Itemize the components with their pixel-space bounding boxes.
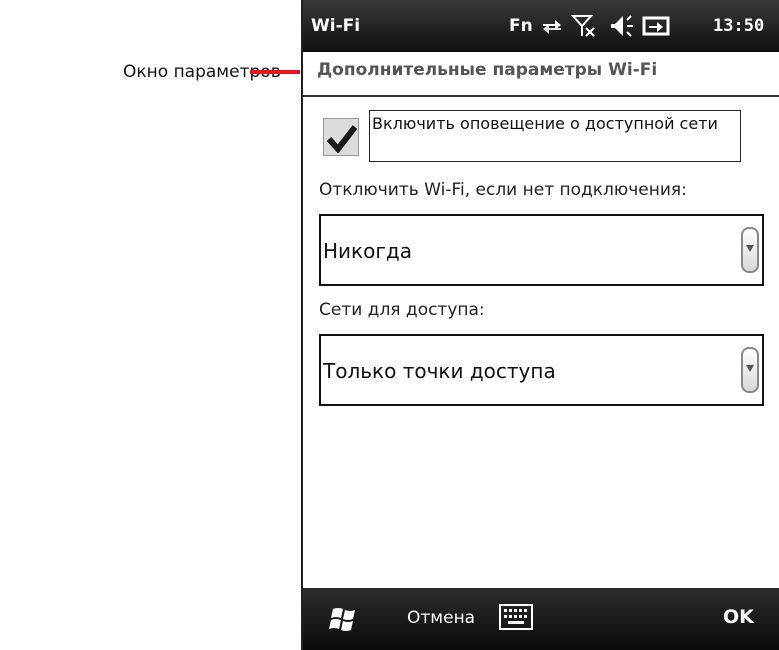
keyboard-icon[interactable] (499, 604, 533, 630)
battery-charging-icon[interactable] (641, 14, 671, 38)
disconnect-select[interactable]: Никогда (319, 214, 764, 286)
networks-select[interactable]: Только точки доступа (319, 334, 764, 406)
checkmark-icon (326, 125, 358, 153)
windows-start-icon[interactable] (329, 604, 361, 634)
soft-key-bar: Отмена OK (301, 588, 779, 650)
status-bar[interactable]: Wi-Fi Fn 13:50 (301, 0, 779, 52)
cancel-button[interactable]: Отмена (407, 608, 475, 628)
dropdown-arrow-icon[interactable] (741, 347, 759, 393)
clock[interactable]: 13:50 (713, 16, 764, 36)
disconnect-select-value: Никогда (323, 239, 412, 263)
volume-icon[interactable] (609, 14, 635, 38)
networks-select-value: Только точки доступа (323, 359, 556, 383)
ok-button[interactable]: OK (723, 606, 754, 628)
annotation-pointer-line (250, 70, 300, 74)
notify-checkbox[interactable] (323, 118, 359, 156)
notify-checkbox-label[interactable]: Включить оповещение о доступной сети (369, 110, 741, 162)
header-divider (301, 95, 779, 97)
page-title: Дополнительные параметры Wi-Fi (317, 60, 658, 80)
no-signal-icon[interactable] (570, 14, 597, 38)
device-screen: Wi-Fi Fn 13:50 Дополнительные параметры … (301, 0, 779, 650)
status-bar-title: Wi-Fi (311, 16, 361, 36)
dropdown-arrow-icon[interactable] (741, 227, 759, 273)
disconnect-label: Отключить Wi-Fi, если нет подключения: (319, 180, 687, 200)
connectivity-icon[interactable] (539, 14, 565, 38)
fn-indicator: Fn (509, 16, 533, 36)
device-left-edge (301, 0, 303, 650)
networks-label: Сети для доступа: (319, 300, 485, 320)
